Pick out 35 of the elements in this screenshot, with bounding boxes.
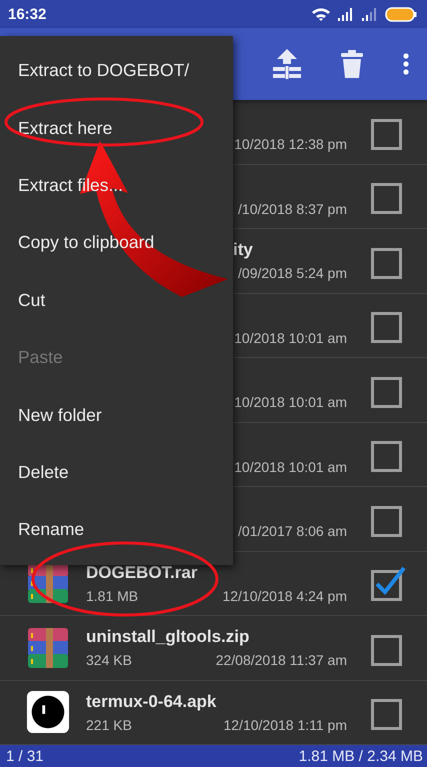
menu-item[interactable]: Rename <box>0 501 233 559</box>
modified-date: 22/08/2018 11:37 am <box>216 652 347 668</box>
file-size: 324 KB <box>86 652 132 668</box>
battery-icon <box>385 6 417 22</box>
file-size: 221 KB <box>86 716 132 733</box>
modified-date: /09/2018 5:24 pm <box>238 265 347 282</box>
file-name: DOGEBOT.rar <box>86 562 198 583</box>
signal-icon <box>361 7 379 21</box>
signal-icon <box>337 7 355 21</box>
modified-date: /01/2017 8:06 am <box>238 523 347 540</box>
modified-date: 12/10/2018 1:11 pm <box>223 716 347 733</box>
archive-icon <box>26 626 70 670</box>
file-size: 1.81 MB <box>86 588 138 604</box>
file-name: ity <box>233 240 254 260</box>
menu-item[interactable]: Delete <box>0 444 233 502</box>
upload-icon[interactable] <box>273 49 301 79</box>
menu-item[interactable]: Cut <box>0 272 233 329</box>
selection-count: 1 / 31 <box>6 748 44 764</box>
modified-date: /10/2018 8:37 pm <box>238 200 347 217</box>
checkbox[interactable] <box>369 564 407 602</box>
menu-item[interactable]: New folder <box>0 386 233 444</box>
modified-date: 10/2018 10:01 am <box>234 458 347 475</box>
clock-time: 16:32 <box>8 6 48 22</box>
modified-date: 10/2018 10:01 am <box>234 394 347 410</box>
file-name: termux-0-64.apk <box>86 692 218 712</box>
modified-date: 12/10/2018 4:24 pm <box>222 588 347 604</box>
wifi-icon <box>311 6 331 22</box>
terminal-app-icon <box>26 689 70 736</box>
menu-item[interactable]: Extract here <box>0 99 233 157</box>
file-name: uninstall_gltools.zip <box>86 627 250 648</box>
modified-date: 10/2018 12:38 pm <box>234 136 347 152</box>
delete-icon[interactable] <box>341 50 363 78</box>
modified-date: 10/2018 10:01 am <box>234 330 347 346</box>
selection-size: 1.81 MB / 2.34 MB <box>298 748 423 764</box>
more-icon[interactable] <box>403 53 409 75</box>
